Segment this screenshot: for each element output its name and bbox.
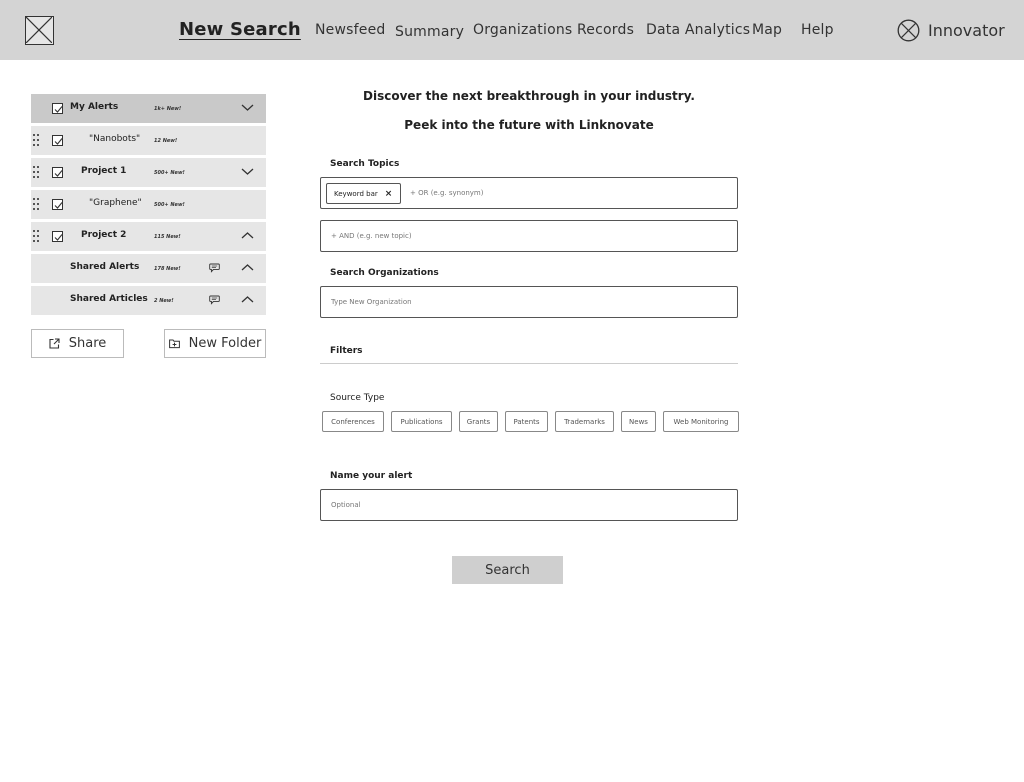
source-grants[interactable]: Grants [459,411,498,432]
headline: Discover the next breakthrough in your i… [363,89,695,103]
new-count-badge: 500+ New! [154,170,185,176]
sidebar-row-project-2[interactable]: Project 2 115 New! [31,222,266,251]
org-placeholder: Type New Organization [331,298,412,306]
new-count-badge: 12 New! [154,138,178,144]
and-placeholder: + AND (e.g. new topic) [331,232,412,240]
comment-icon[interactable] [209,263,220,273]
new-count-badge: 1k+ New! [154,106,182,112]
drag-handle-icon[interactable] [33,166,39,179]
or-placeholder: + OR (e.g. synonym) [410,189,484,197]
row-checkbox[interactable] [52,135,63,146]
sidebar-row-shared-articles[interactable]: Shared Articles 2 New! [31,286,266,315]
sidebar-row-shared-alerts[interactable]: Shared Alerts 178 New! [31,254,266,283]
sidebar-row-label: Project 1 [81,166,127,176]
alert-name-label: Name your alert [330,471,413,481]
row-checkbox[interactable] [52,199,63,210]
user-name: Innovator [928,21,1005,40]
share-button[interactable]: Share [31,329,124,358]
drag-handle-icon[interactable] [33,230,39,243]
nav-new-search[interactable]: New Search [179,19,301,40]
row-checkbox[interactable] [52,167,63,178]
new-count-badge: 178 New! [154,266,181,272]
nav-summary[interactable]: Summary [395,24,464,40]
source-conferences[interactable]: Conferences [322,411,384,432]
search-orgs-label: Search Organizations [330,268,439,278]
source-patents[interactable]: Patents [505,411,548,432]
new-folder-label: New Folder [188,336,262,351]
logo-placeholder-icon[interactable] [25,16,54,45]
filters-heading: Filters [330,346,363,356]
nav-help[interactable]: Help [801,22,834,38]
sidebar-row-label: "Nanobots" [89,134,141,144]
nav-data-analytics[interactable]: Data Analytics [646,22,750,38]
new-folder-button[interactable]: New Folder [164,329,266,358]
row-checkbox[interactable] [52,103,63,114]
sidebar-row-label: Shared Alerts [70,262,140,272]
topics-and-field[interactable]: + AND (e.g. new topic) [320,220,738,252]
sidebar-row-project-1[interactable]: Project 1 500+ New! [31,158,266,187]
avatar-icon [897,19,920,42]
chevron-down-icon[interactable] [241,167,254,176]
new-count-badge: 500+ New! [154,202,185,208]
chevron-down-icon[interactable] [241,103,254,112]
filters-divider [320,363,738,364]
sidebar-row-label: Shared Articles [70,294,148,304]
drag-handle-icon[interactable] [33,134,39,147]
search-topics-label: Search Topics [330,159,400,169]
comment-icon[interactable] [209,295,220,305]
search-button[interactable]: Search [452,556,563,584]
source-news[interactable]: News [621,411,656,432]
subheadline: Peek into the future with Linknovate [404,118,654,132]
sidebar-row-label: "Graphene" [89,198,142,208]
new-count-badge: 2 New! [154,298,174,304]
source-trademarks[interactable]: Trademarks [555,411,614,432]
drag-handle-icon[interactable] [33,198,39,211]
topics-or-field[interactable]: Keyword bar × + OR (e.g. synonym) [320,177,738,209]
remove-keyword-icon[interactable]: × [385,189,393,199]
nav-newsfeed[interactable]: Newsfeed [315,22,385,38]
share-icon [49,338,60,349]
alert-name-input[interactable]: Optional [320,489,738,521]
nav-map[interactable]: Map [752,22,782,38]
nav-records[interactable]: Records [577,22,634,38]
row-checkbox[interactable] [52,231,63,242]
sidebar-row-label: Project 2 [81,230,127,240]
alert-name-placeholder: Optional [331,501,361,509]
nav-organizations[interactable]: Organizations [473,22,572,38]
sidebar-row-nanobots[interactable]: "Nanobots" 12 New! [31,126,266,155]
source-web-monitoring[interactable]: Web Monitoring [663,411,739,432]
share-label: Share [68,336,107,351]
sidebar-row-my-alerts[interactable]: My Alerts 1k+ New! [31,94,266,123]
source-type-label: Source Type [330,393,385,403]
sidebar-row-label: My Alerts [70,102,119,112]
chevron-up-icon[interactable] [241,263,254,272]
keyword-chip: Keyword bar × [326,183,401,204]
keyword-chip-label: Keyword bar [334,189,378,198]
chevron-up-icon[interactable] [241,231,254,240]
user-menu[interactable]: Innovator [897,19,1005,42]
folder-plus-icon [168,339,180,349]
new-count-badge: 115 New! [154,234,181,240]
chevron-up-icon[interactable] [241,295,254,304]
organization-input[interactable]: Type New Organization [320,286,738,318]
source-publications[interactable]: Publications [391,411,452,432]
top-nav-bar: New Search Newsfeed Summary Organization… [0,0,1024,60]
sidebar-row-graphene[interactable]: "Graphene" 500+ New! [31,190,266,219]
